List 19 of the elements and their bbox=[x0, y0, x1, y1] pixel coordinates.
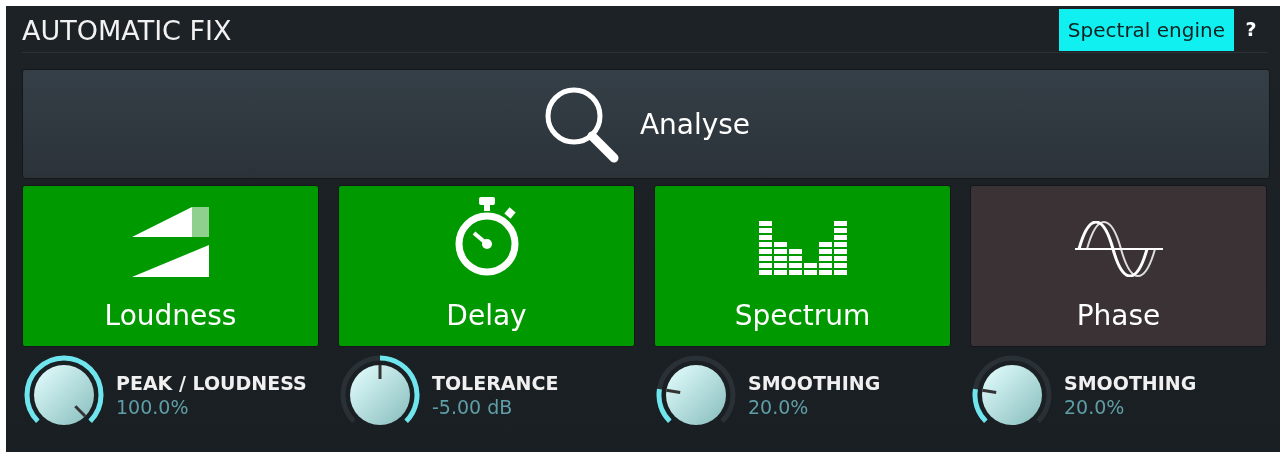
section-title: AUTOMATIC FIX bbox=[22, 13, 233, 46]
spectral-engine-button[interactable]: Spectral engine bbox=[1058, 9, 1234, 51]
knob-label: TOLERANCE bbox=[432, 372, 559, 394]
knob-value: 100.0% bbox=[116, 396, 190, 418]
knob-label: SMOOTHING bbox=[748, 372, 881, 394]
volume-ramp-icon bbox=[131, 207, 210, 277]
knob-value: 20.0% bbox=[748, 396, 810, 418]
module-toggle[interactable]: Spectrum bbox=[654, 185, 951, 347]
analyse-button[interactable]: Analyse bbox=[22, 69, 1270, 179]
knob-value: 20.0% bbox=[1064, 396, 1126, 418]
knob-label: PEAK / LOUDNESS bbox=[116, 372, 307, 394]
help-button[interactable]: ? bbox=[1234, 17, 1268, 41]
knob-value: -5.00 dB bbox=[432, 396, 514, 418]
equalizer-bars-icon bbox=[758, 219, 847, 277]
module-toggle[interactable]: Delay bbox=[338, 185, 635, 347]
module-toggle[interactable]: Phase bbox=[970, 185, 1267, 347]
knob-label: SMOOTHING bbox=[1064, 372, 1197, 394]
module-toggle[interactable]: Loudness bbox=[22, 185, 319, 347]
sine-waves-icon bbox=[1074, 221, 1163, 277]
